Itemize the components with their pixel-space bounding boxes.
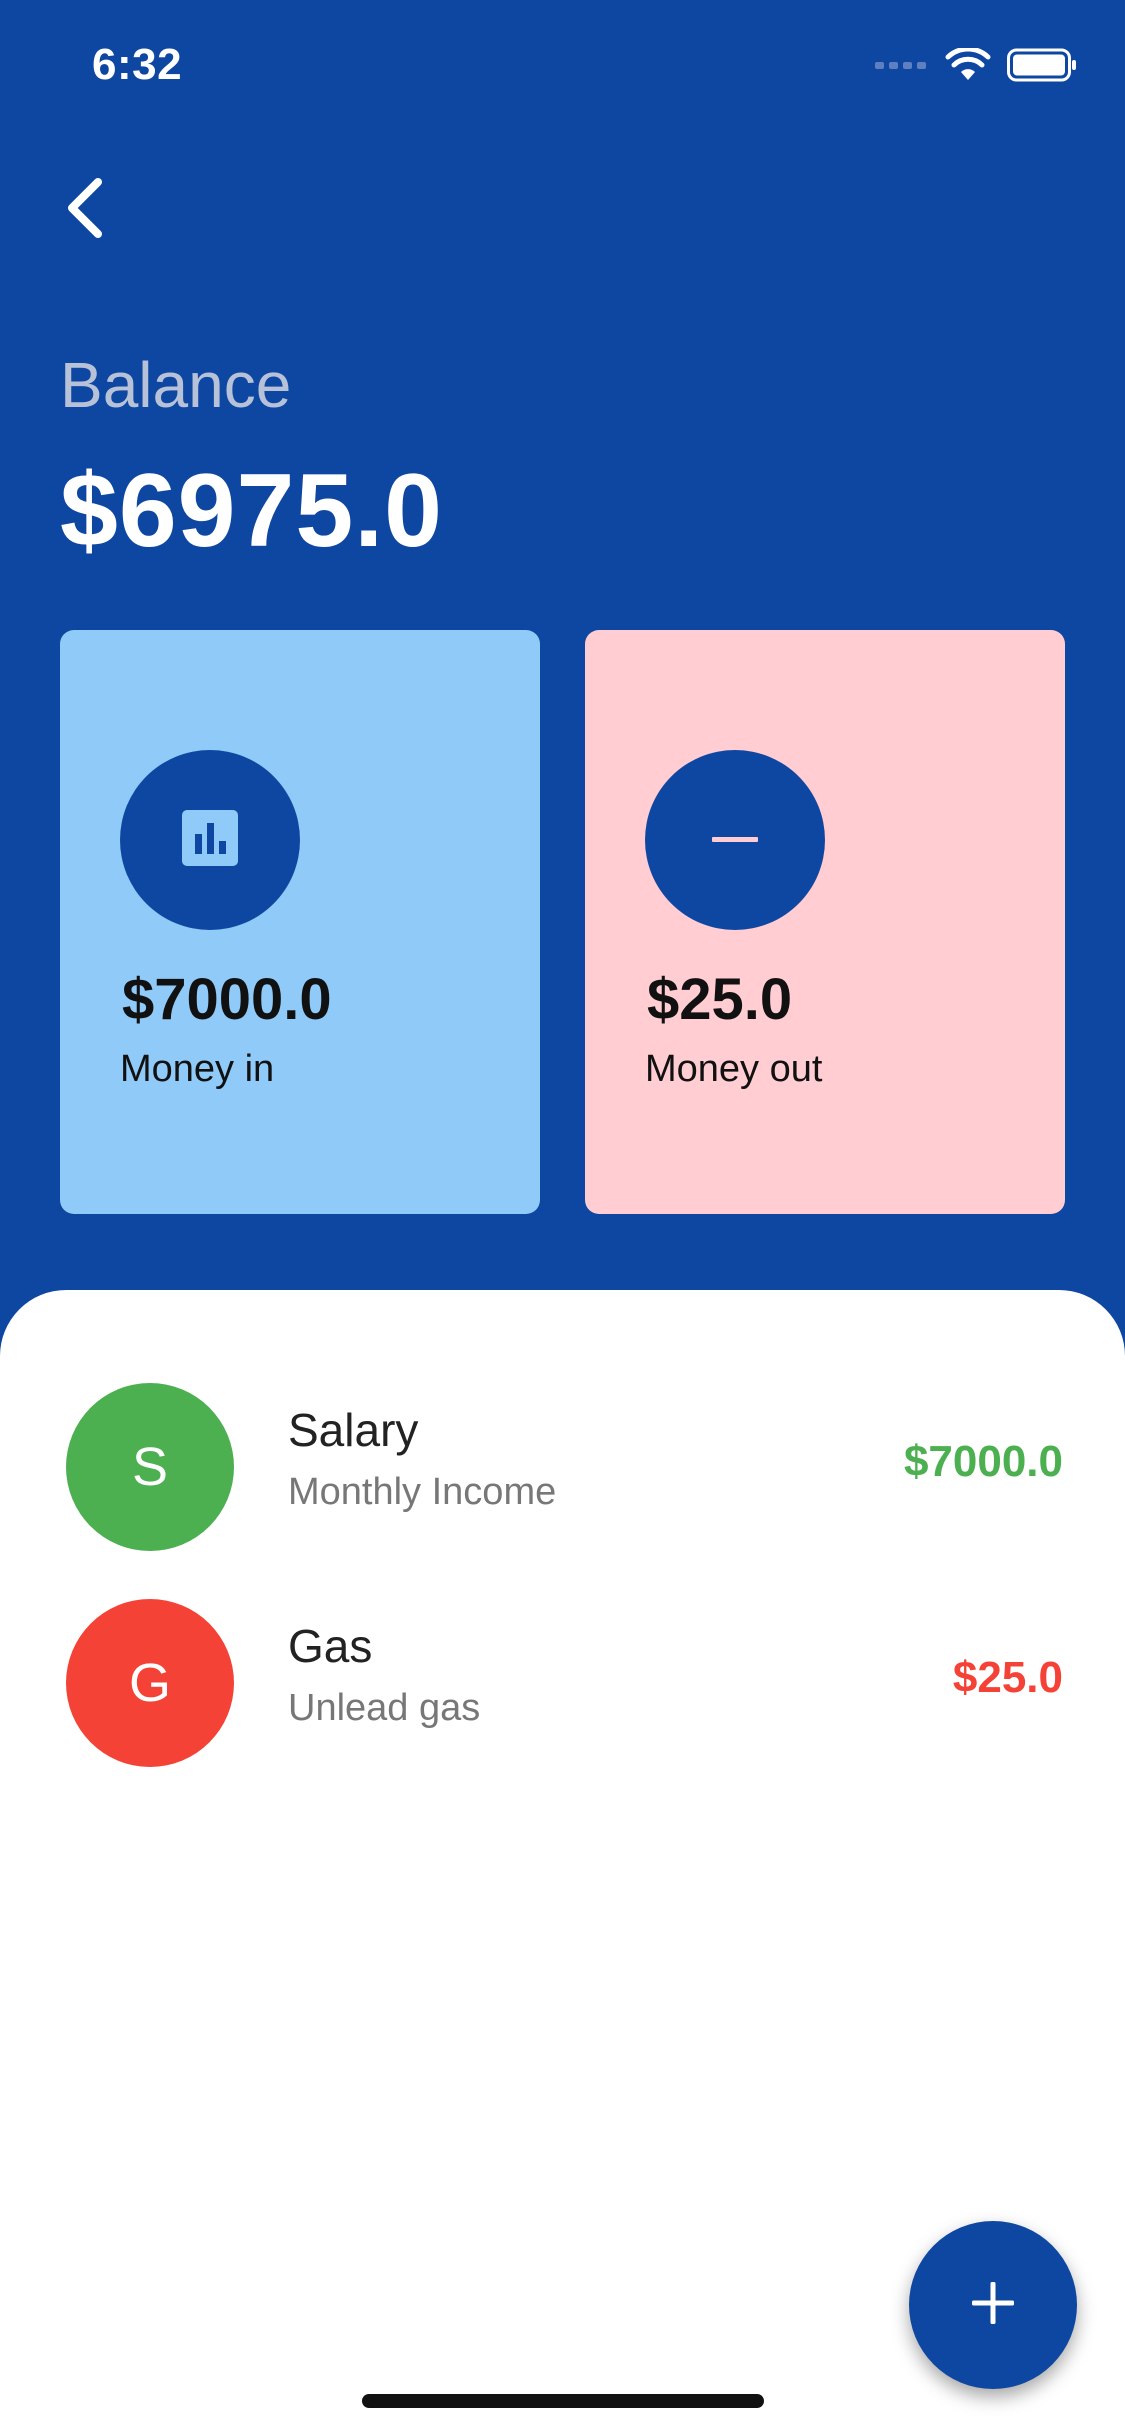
home-indicator: [362, 2394, 764, 2408]
avatar: S: [66, 1383, 234, 1551]
money-in-icon-circle: [120, 750, 300, 930]
cellular-signal-icon: [875, 58, 929, 77]
transaction-amount: $25.0: [952, 1653, 1063, 1702]
money-in-label: Money in: [120, 1048, 275, 1090]
minus-icon: [712, 831, 758, 849]
status-icons: [875, 46, 1077, 87]
transaction-title: Salary: [288, 1404, 419, 1456]
transaction-subtitle: Unlead gas: [288, 1687, 481, 1729]
wifi-icon: [945, 46, 991, 87]
money-out-label: Money out: [645, 1048, 823, 1090]
chevron-left-icon: [62, 176, 106, 245]
money-out-card[interactable]: $25.0 Money out: [585, 630, 1065, 1214]
transaction-subtitle: Monthly Income: [288, 1471, 557, 1513]
status-time: 6:32: [92, 40, 183, 89]
balance-label: Balance: [60, 349, 292, 421]
add-transaction-button[interactable]: [909, 2221, 1077, 2389]
money-in-card[interactable]: $7000.0 Money in: [60, 630, 540, 1214]
bar-chart-icon: [182, 809, 238, 871]
money-in-amount: $7000.0: [122, 967, 332, 1032]
transaction-title: Gas: [288, 1620, 373, 1672]
list-item[interactable]: S Salary Monthly Income $7000.0: [0, 1383, 1125, 1553]
money-out-icon-circle: [645, 750, 825, 930]
avatar: G: [66, 1599, 234, 1767]
list-item[interactable]: G Gas Unlead gas $25.0: [0, 1599, 1125, 1769]
balance-value: $6975.0: [60, 453, 443, 569]
app-screen: 6:32 Balance $6975.0 $7000.0 Money in $2…: [0, 0, 1125, 2436]
back-button[interactable]: [44, 170, 124, 250]
money-out-amount: $25.0: [647, 967, 793, 1032]
plus-icon: [970, 2280, 1016, 2331]
battery-icon: [1007, 48, 1077, 87]
transaction-amount: $7000.0: [903, 1437, 1063, 1486]
